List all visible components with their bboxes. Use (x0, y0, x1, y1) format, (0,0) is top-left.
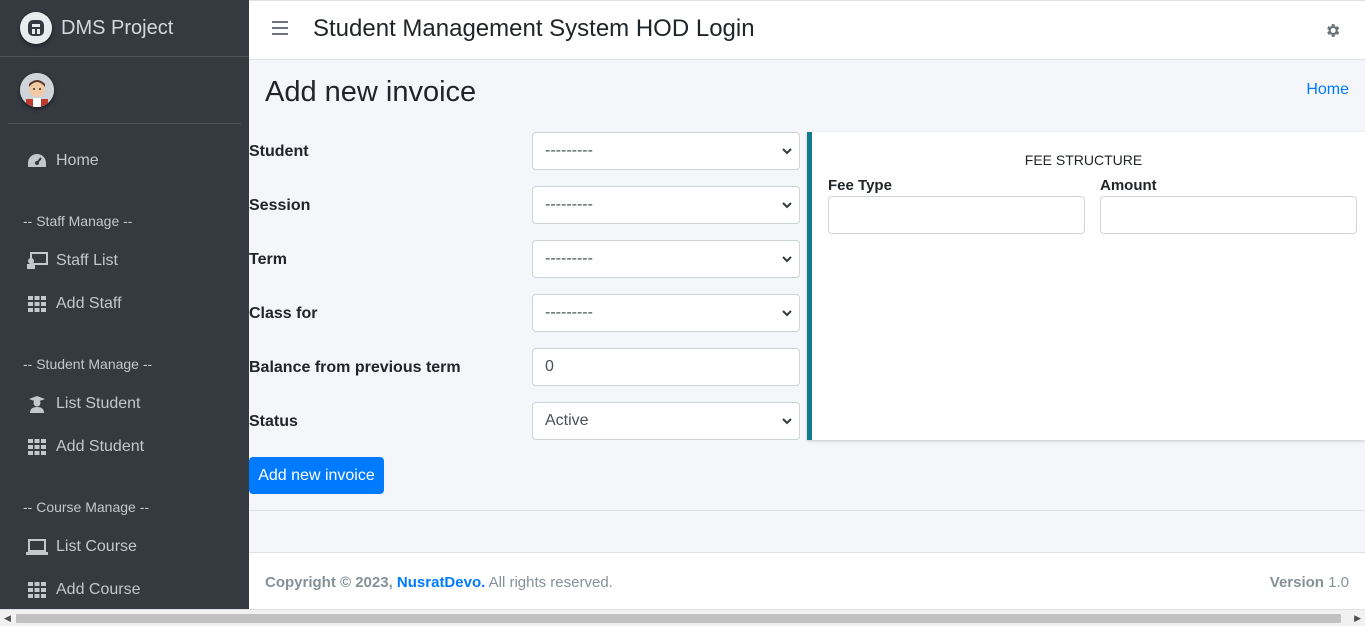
session-label: Session (249, 197, 311, 214)
footer-version: Version 1.0 (1270, 574, 1349, 591)
sidebar-item-label: Add Course (56, 581, 141, 598)
fee-structure-card: FEE STRUCTURE Fee Type Amount (807, 132, 1365, 440)
navbar-title: Student Management System HOD Login (313, 15, 755, 42)
sidebar-item-label: List Student (56, 395, 141, 412)
chevron-down-icon (781, 198, 793, 217)
fee-type-input[interactable] (828, 196, 1085, 234)
footer: Copyright © 2023, NusratDevo. All rights… (249, 552, 1365, 609)
top-navbar: Student Management System HOD Login (249, 0, 1365, 60)
amount-input[interactable] (1100, 196, 1357, 234)
user-panel (8, 57, 241, 124)
term-select[interactable]: --------- (532, 240, 800, 278)
brand-link[interactable]: DMS Project (0, 0, 249, 57)
sidebar-item-add-staff[interactable]: Add Staff (26, 293, 122, 315)
version-value: 1.0 (1328, 574, 1349, 591)
graduate-icon (26, 393, 48, 415)
sidebar-item-home[interactable]: Home (26, 150, 99, 172)
balance-input-value: 0 (545, 358, 554, 375)
class-for-select[interactable]: --------- (532, 294, 800, 332)
chevron-down-icon (781, 414, 793, 433)
nav-header-staff: -- Staff Manage -- (23, 213, 133, 229)
laptop-icon (26, 536, 48, 558)
grid-icon (26, 436, 48, 458)
class-for-select-value: --------- (545, 304, 593, 321)
sidebar-item-staff-list[interactable]: Staff List (26, 250, 118, 272)
avatar[interactable] (20, 73, 54, 107)
sidebar-item-label: Staff List (56, 252, 118, 269)
amount-label: Amount (1100, 177, 1157, 194)
term-select-value: --------- (545, 250, 593, 267)
student-select[interactable]: --------- (532, 132, 800, 170)
student-select-value: --------- (545, 142, 593, 159)
sidebar-item-label: List Course (56, 538, 137, 555)
breadcrumb-home-link[interactable]: Home (1306, 81, 1349, 99)
term-label: Term (249, 251, 287, 268)
scrollbar-thumb[interactable] (16, 614, 1341, 623)
sidebar-item-label: Add Staff (56, 295, 122, 312)
sidebar-item-list-student[interactable]: List Student (26, 393, 141, 415)
sidebar: DMS Project Home -- Staff Manage -- Staf… (0, 0, 249, 609)
balance-label: Balance from previous term (249, 359, 461, 376)
status-select[interactable]: Active (532, 402, 800, 440)
session-select-value: --------- (545, 196, 593, 213)
copyright-text: Copyright © 2023, (265, 574, 393, 591)
chevron-down-icon (781, 306, 793, 325)
fee-structure-title: FEE STRUCTURE (1024, 152, 1143, 168)
rights-text: All rights reserved. (488, 574, 613, 591)
grid-icon (26, 293, 48, 315)
scroll-right-arrow-icon[interactable]: ▶ (1354, 613, 1361, 624)
balance-input[interactable]: 0 (532, 348, 800, 386)
sidebar-item-add-course[interactable]: Add Course (26, 579, 141, 601)
student-label: Student (249, 143, 309, 160)
nav-header-student: -- Student Manage -- (23, 356, 153, 372)
brand-text: DMS Project (61, 16, 174, 39)
footer-copyright: Copyright © 2023, NusratDevo. All rights… (265, 574, 613, 591)
chevron-down-icon (781, 144, 793, 163)
scroll-left-arrow-icon[interactable]: ◀ (4, 613, 11, 624)
class-for-label: Class for (249, 305, 318, 322)
sidebar-item-list-course[interactable]: List Course (26, 536, 137, 558)
gear-icon[interactable] (1324, 22, 1341, 44)
page-title: Add new invoice (265, 76, 477, 108)
session-select[interactable]: --------- (532, 186, 800, 224)
status-label: Status (249, 413, 298, 430)
hamburger-menu-icon[interactable] (272, 21, 288, 39)
sidebar-item-label: Home (56, 152, 99, 169)
version-label: Version (1269, 574, 1324, 591)
grid-icon (26, 579, 48, 601)
horizontal-scrollbar[interactable]: ◀ ▶ (0, 609, 1365, 626)
nav-header-course: -- Course Manage -- (23, 499, 150, 515)
fee-type-label: Fee Type (828, 177, 892, 194)
status-select-value: Active (545, 412, 589, 429)
chalkboard-teacher-icon (26, 250, 48, 272)
sidebar-item-label: Add Student (56, 438, 145, 455)
add-new-invoice-button[interactable]: Add new invoice (249, 457, 384, 494)
sidebar-item-add-student[interactable]: Add Student (26, 436, 144, 458)
content-divider (249, 510, 1365, 511)
tachometer-icon (26, 150, 48, 172)
brand-logo-icon (20, 12, 52, 44)
author-link[interactable]: NusratDevo. (397, 574, 485, 591)
chevron-down-icon (781, 252, 793, 271)
